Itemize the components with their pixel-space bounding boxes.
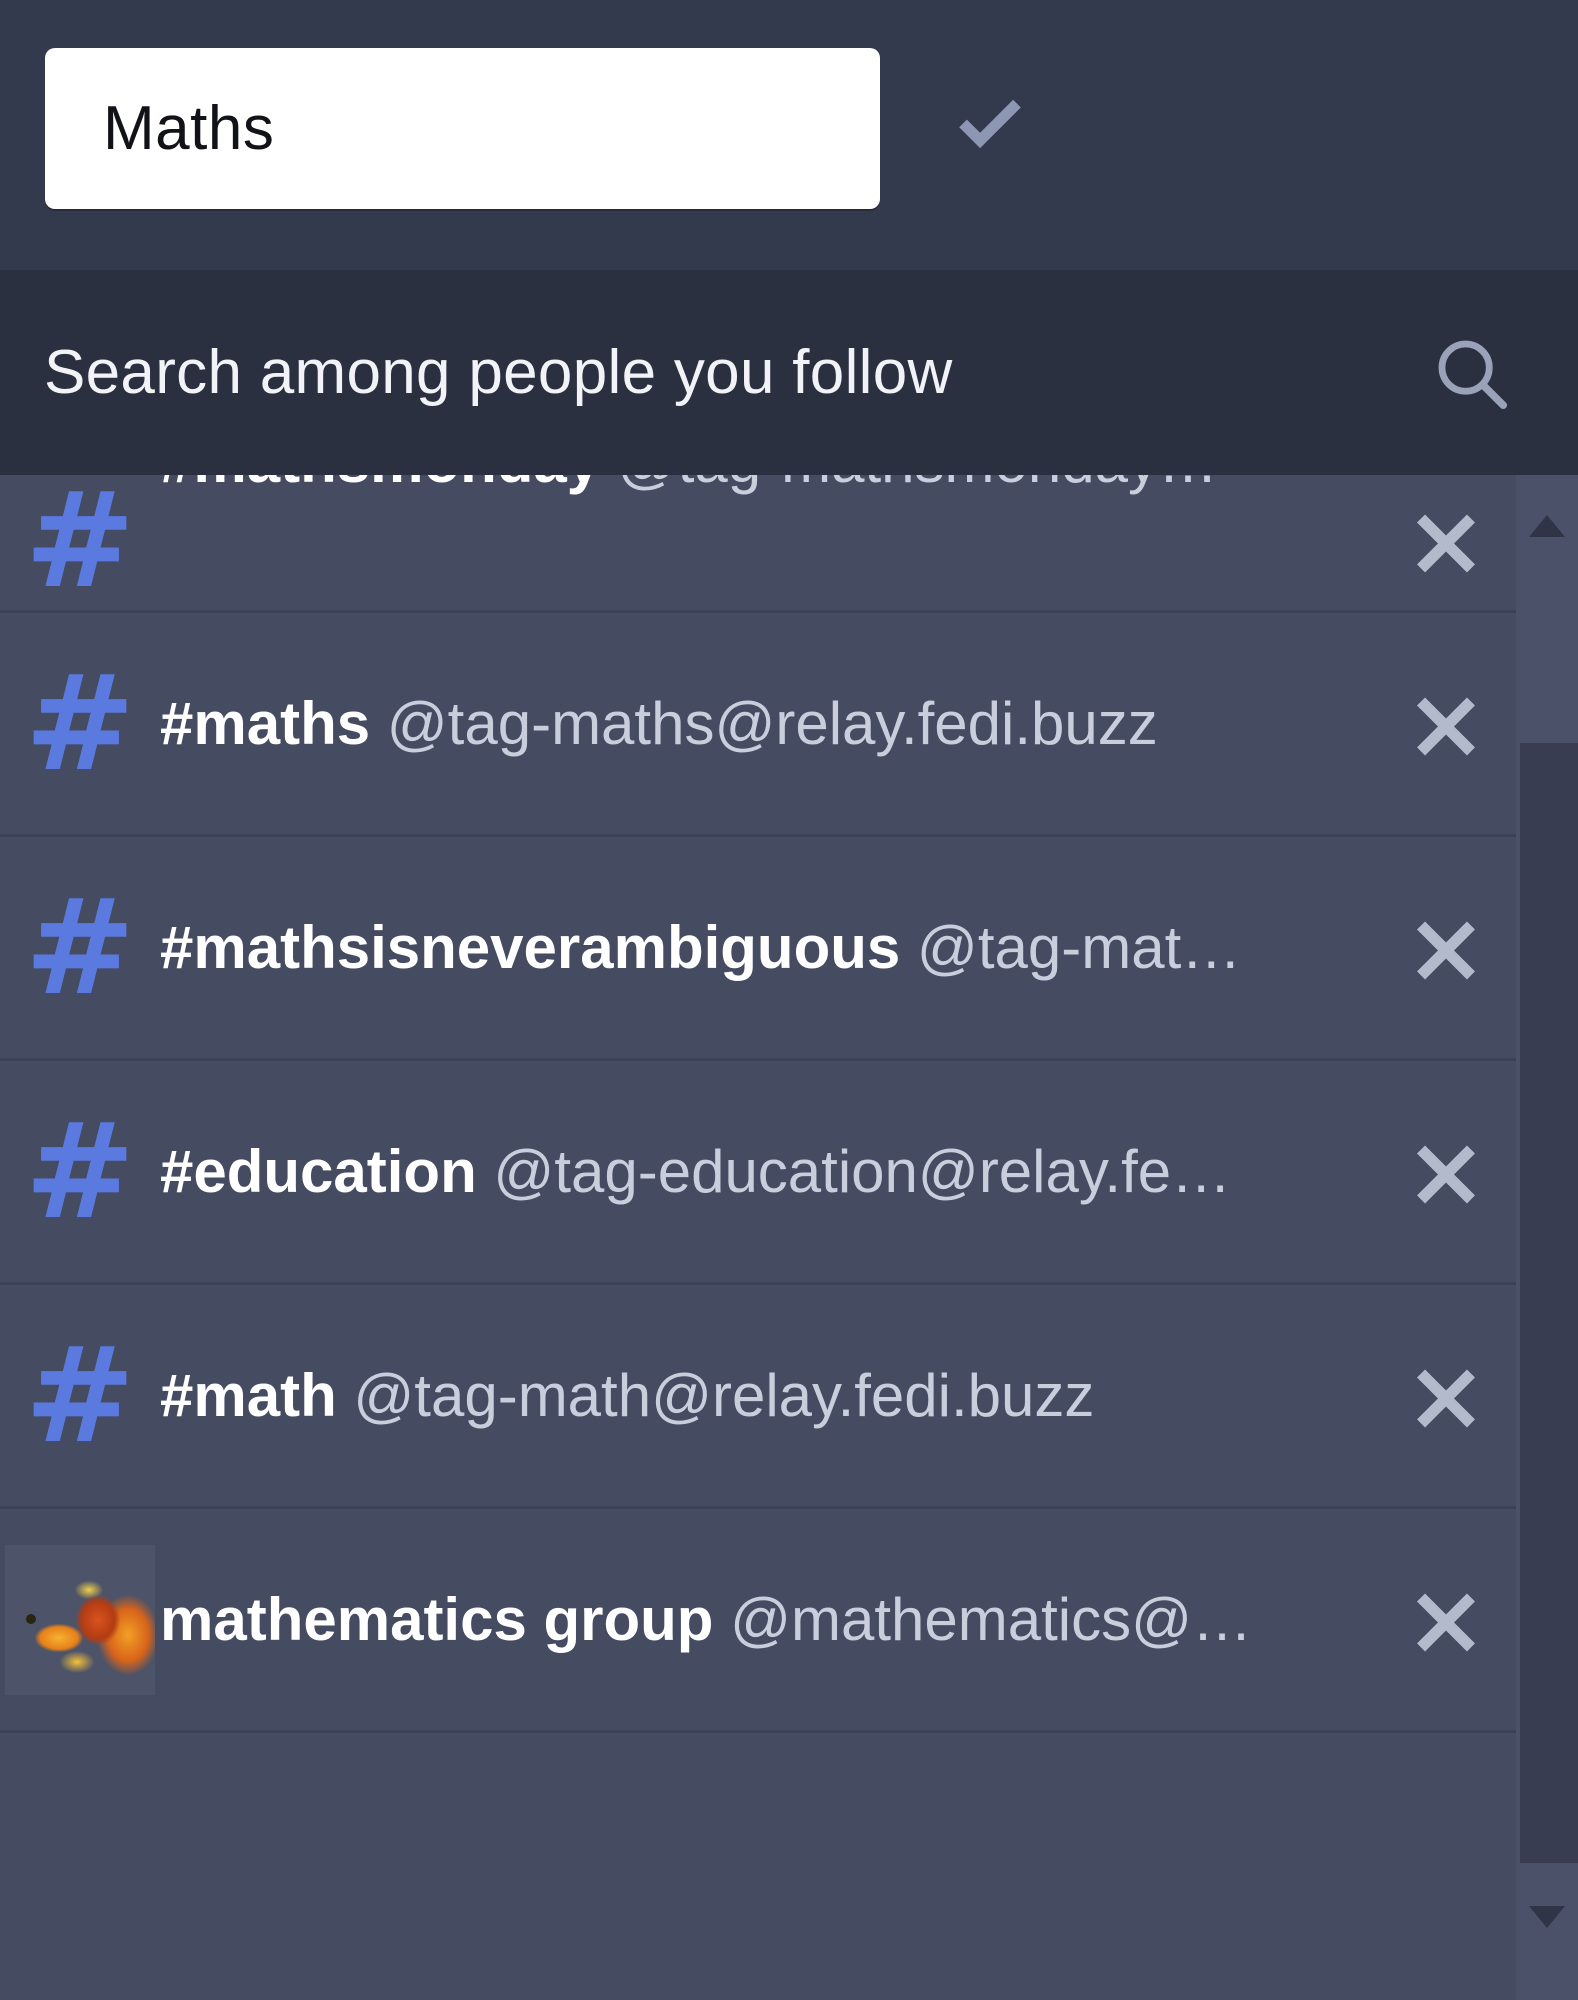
list-item-label: mathematics group @mathematics@… <box>160 1587 1376 1653</box>
list-item[interactable]: # #mathsisneverambiguous @tag-mat… <box>0 837 1516 1061</box>
close-icon <box>1409 504 1483 578</box>
hashtag-icon: # <box>24 1094 136 1249</box>
search-icon[interactable] <box>1428 330 1514 416</box>
check-icon <box>946 84 1034 172</box>
scrollbar-thumb[interactable] <box>1520 743 1578 1863</box>
hashtag-icon: # <box>24 1318 136 1473</box>
chevron-down-icon <box>1527 1904 1567 1930</box>
remove-button[interactable] <box>1376 1284 1516 1508</box>
confirm-button[interactable] <box>940 78 1040 178</box>
scroll-up-button[interactable] <box>1516 495 1578 557</box>
list-item-title: #maths <box>160 690 371 757</box>
list-item[interactable]: # #maths @tag-maths@relay.fedi.buzz <box>0 613 1516 837</box>
list-item-handle: @mathematics@… <box>730 1586 1253 1653</box>
list-name-toolbar: Maths <box>0 0 1578 212</box>
close-icon <box>1409 1359 1483 1433</box>
list-item[interactable]: # #education @tag-education@relay.fe… <box>0 1061 1516 1285</box>
list-item-label: #maths @tag-maths@relay.fedi.buzz <box>160 691 1376 757</box>
list-item-title: mathematics group <box>160 1586 714 1653</box>
close-icon <box>1409 687 1483 761</box>
remove-button[interactable] <box>1376 1060 1516 1284</box>
scroll-down-button[interactable] <box>1516 1886 1578 1948</box>
remove-button[interactable] <box>1376 836 1516 1060</box>
list-item-title: #mathsisneverambiguous <box>160 914 901 981</box>
hashtag-avatar: # <box>0 836 160 1060</box>
list-item[interactable]: mathematics group @mathematics@… <box>0 1509 1516 1733</box>
list-item-title: #education <box>160 1138 477 1205</box>
avatar-image <box>5 1544 155 1695</box>
close-icon <box>1409 911 1483 985</box>
list-item-label: #mathsisneverambiguous @tag-mat… <box>160 915 1376 981</box>
close-icon <box>1409 1583 1483 1657</box>
list-item-label: #education @tag-education@relay.fe… <box>160 1139 1376 1205</box>
hashtag-icon: # <box>24 475 136 618</box>
list-name-input[interactable]: Maths <box>45 48 880 209</box>
hashtag-icon: # <box>24 870 136 1025</box>
list-item-title: #math <box>160 1362 337 1429</box>
profile-avatar <box>0 1508 160 1732</box>
remove-button[interactable] <box>1376 1508 1516 1732</box>
list-item-handle: @tag-mat… <box>916 914 1242 981</box>
list-item-label: #mathsmonday @tag-mathsmonday… <box>160 475 1376 495</box>
list-item-handle: @tag-mathsmonday… <box>617 475 1218 495</box>
list-item[interactable]: # #math @tag-math@relay.fedi.buzz <box>0 1285 1516 1509</box>
list-item-title: #mathsmonday <box>160 475 600 495</box>
hashtag-icon: # <box>24 646 136 801</box>
hashtag-avatar: # <box>0 1284 160 1508</box>
hashtag-avatar: # <box>0 1060 160 1284</box>
chevron-up-icon <box>1527 513 1567 539</box>
hashtag-avatar: # <box>0 612 160 836</box>
follow-search-bar[interactable]: Search among people you follow <box>0 270 1578 475</box>
list-item-handle: @tag-math@relay.fedi.buzz <box>353 1362 1095 1429</box>
list-item-handle: @tag-maths@relay.fedi.buzz <box>386 690 1158 757</box>
remove-button[interactable] <box>1376 612 1516 836</box>
close-icon <box>1409 1135 1483 1209</box>
list-item-handle: @tag-education@relay.fe… <box>493 1138 1232 1205</box>
search-results-list[interactable]: # #mathsmonday @tag-mathsmonday… # #math… <box>0 475 1578 2000</box>
list-scrollbar[interactable] <box>1516 475 1578 2000</box>
list-item-label: #math @tag-math@relay.fedi.buzz <box>160 1363 1376 1429</box>
list-item[interactable]: # #mathsmonday @tag-mathsmonday… <box>0 475 1516 613</box>
search-input[interactable]: Search among people you follow <box>44 337 953 408</box>
app-screen: Maths Search among people you follow # #… <box>0 0 1578 2000</box>
